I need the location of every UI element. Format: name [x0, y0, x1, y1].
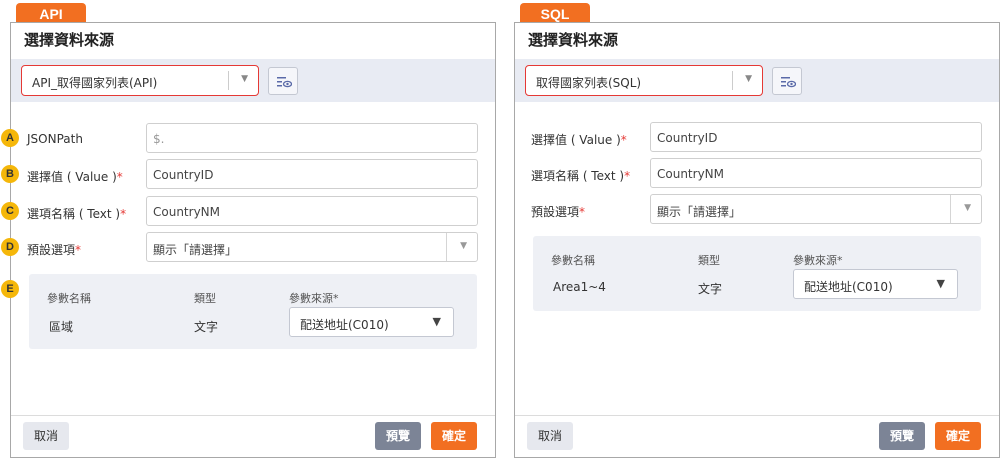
caret-down-icon: ▼: [460, 241, 467, 251]
default-select-value: 顯示「請選擇」: [153, 243, 238, 257]
api-panel: API 選擇資料來源 API_取得國家列表(API) ▼ A JSONPath …: [1, 0, 496, 460]
text-row: C 選項名稱 ( Text )* CountryNM: [1, 196, 495, 226]
text-input[interactable]: CountryNM: [650, 158, 982, 188]
list-eye-icon: [277, 77, 292, 88]
source-select[interactable]: API_取得國家列表(API) ▼: [21, 65, 259, 96]
cancel-button[interactable]: 取消: [527, 422, 573, 450]
divider: [228, 71, 229, 90]
default-select[interactable]: 顯示「請選擇」 ▼: [650, 194, 982, 224]
default-row: D 預設選項* 顯示「請選擇」 ▼: [1, 232, 495, 262]
dialog-footer: 取消 預覽 確定: [11, 415, 495, 457]
value-label: 選擇值 ( Value )*: [531, 133, 627, 147]
caret-down-icon: ▼: [745, 74, 752, 84]
param-name-header: 參數名稱: [551, 254, 595, 267]
jsonpath-label: JSONPath: [27, 132, 83, 146]
value-input[interactable]: CountryID: [650, 122, 982, 152]
preview-button[interactable]: 預覽: [879, 422, 925, 450]
text-label: 選項名稱 ( Text )*: [531, 169, 631, 183]
value-input-text: CountryID: [153, 168, 214, 182]
cancel-button[interactable]: 取消: [23, 422, 69, 450]
marker-c: C: [1, 202, 19, 220]
param-table: 參數名稱 類型 參數來源* 區域 文字 配送地址(C010) ▼: [29, 274, 477, 349]
param-source-value: 配送地址(C010): [804, 280, 893, 294]
source-bar: API_取得國家列表(API) ▼: [11, 59, 495, 102]
text-label: 選項名稱 ( Text )*: [27, 207, 127, 221]
dialog-title: 選擇資料來源: [528, 31, 619, 49]
param-source-value: 配送地址(C010): [300, 318, 389, 332]
sql-panel: SQL 選擇資料來源 取得國家列表(SQL) ▼ 選擇值 ( Value )*: [514, 0, 1000, 460]
param-name-cell: Area1~4: [553, 280, 606, 294]
param-source-header: 參數來源*: [793, 254, 843, 267]
param-table: 參數名稱 類型 參數來源* Area1~4 文字 配送地址(C010) ▼: [533, 236, 981, 311]
jsonpath-row: A JSONPath $.: [1, 123, 495, 153]
param-source-select[interactable]: 配送地址(C010) ▼: [793, 269, 958, 299]
jsonpath-input[interactable]: $.: [146, 123, 478, 153]
divider: [950, 195, 951, 223]
value-input-text: CountryID: [657, 131, 718, 145]
confirm-button[interactable]: 確定: [935, 422, 981, 450]
preview-button[interactable]: 預覽: [375, 422, 421, 450]
confirm-button[interactable]: 確定: [431, 422, 477, 450]
text-input[interactable]: CountryNM: [146, 196, 478, 226]
source-select-value: 取得國家列表(SQL): [536, 76, 642, 90]
param-type-cell: 文字: [194, 320, 219, 334]
divider: [446, 233, 447, 261]
required-mark: *: [120, 207, 127, 221]
param-source-select[interactable]: 配送地址(C010) ▼: [289, 307, 454, 337]
default-select-value: 顯示「請選擇」: [657, 205, 742, 219]
value-row: B 選擇值 ( Value )* CountryID: [1, 159, 495, 189]
required-mark: *: [75, 243, 82, 257]
caret-down-icon: ▼: [936, 277, 945, 290]
param-name-cell: 區域: [49, 320, 74, 334]
default-label: 預設選項*: [27, 243, 82, 257]
default-select[interactable]: 顯示「請選擇」 ▼: [146, 232, 478, 262]
divider: [732, 71, 733, 90]
param-name-header: 參數名稱: [47, 292, 91, 305]
caret-down-icon: ▼: [964, 203, 971, 213]
param-type-cell: 文字: [698, 282, 723, 296]
marker-b: B: [1, 165, 19, 183]
value-label: 選擇值 ( Value )*: [27, 170, 123, 184]
marker-a: A: [1, 129, 19, 147]
param-type-header: 類型: [194, 292, 216, 305]
source-select[interactable]: 取得國家列表(SQL) ▼: [525, 65, 763, 96]
caret-down-icon: ▼: [432, 315, 441, 328]
sql-dialog: 選擇資料來源 取得國家列表(SQL) ▼ 選擇值 ( Value )* Coun…: [514, 22, 1000, 458]
preview-data-button[interactable]: [268, 67, 298, 95]
caret-down-icon: ▼: [241, 74, 248, 84]
api-dialog: 選擇資料來源 API_取得國家列表(API) ▼ A JSONPath $. B…: [1, 22, 496, 458]
dialog-footer: 取消 預覽 確定: [515, 415, 999, 457]
dialog-title: 選擇資料來源: [24, 31, 115, 49]
value-input[interactable]: CountryID: [146, 159, 478, 189]
source-select-value: API_取得國家列表(API): [32, 76, 158, 90]
marker-d: D: [1, 238, 19, 256]
required-mark: *: [116, 170, 123, 184]
jsonpath-placeholder: $.: [153, 132, 165, 146]
required-mark: *: [620, 133, 627, 147]
param-type-header: 類型: [698, 254, 720, 267]
list-eye-icon: [781, 77, 796, 88]
param-source-header: 參數來源*: [289, 292, 339, 305]
marker-e: E: [1, 280, 19, 298]
default-label: 預設選項*: [531, 205, 586, 219]
required-mark: *: [579, 205, 586, 219]
text-input-text: CountryNM: [657, 167, 725, 181]
default-row: 預設選項* 顯示「請選擇」 ▼: [515, 194, 999, 224]
required-mark: *: [624, 169, 631, 183]
preview-data-button[interactable]: [772, 67, 802, 95]
source-bar: 取得國家列表(SQL) ▼: [515, 59, 999, 102]
text-row: 選項名稱 ( Text )* CountryNM: [515, 158, 999, 188]
value-row: 選擇值 ( Value )* CountryID: [515, 122, 999, 152]
text-input-text: CountryNM: [153, 205, 221, 219]
